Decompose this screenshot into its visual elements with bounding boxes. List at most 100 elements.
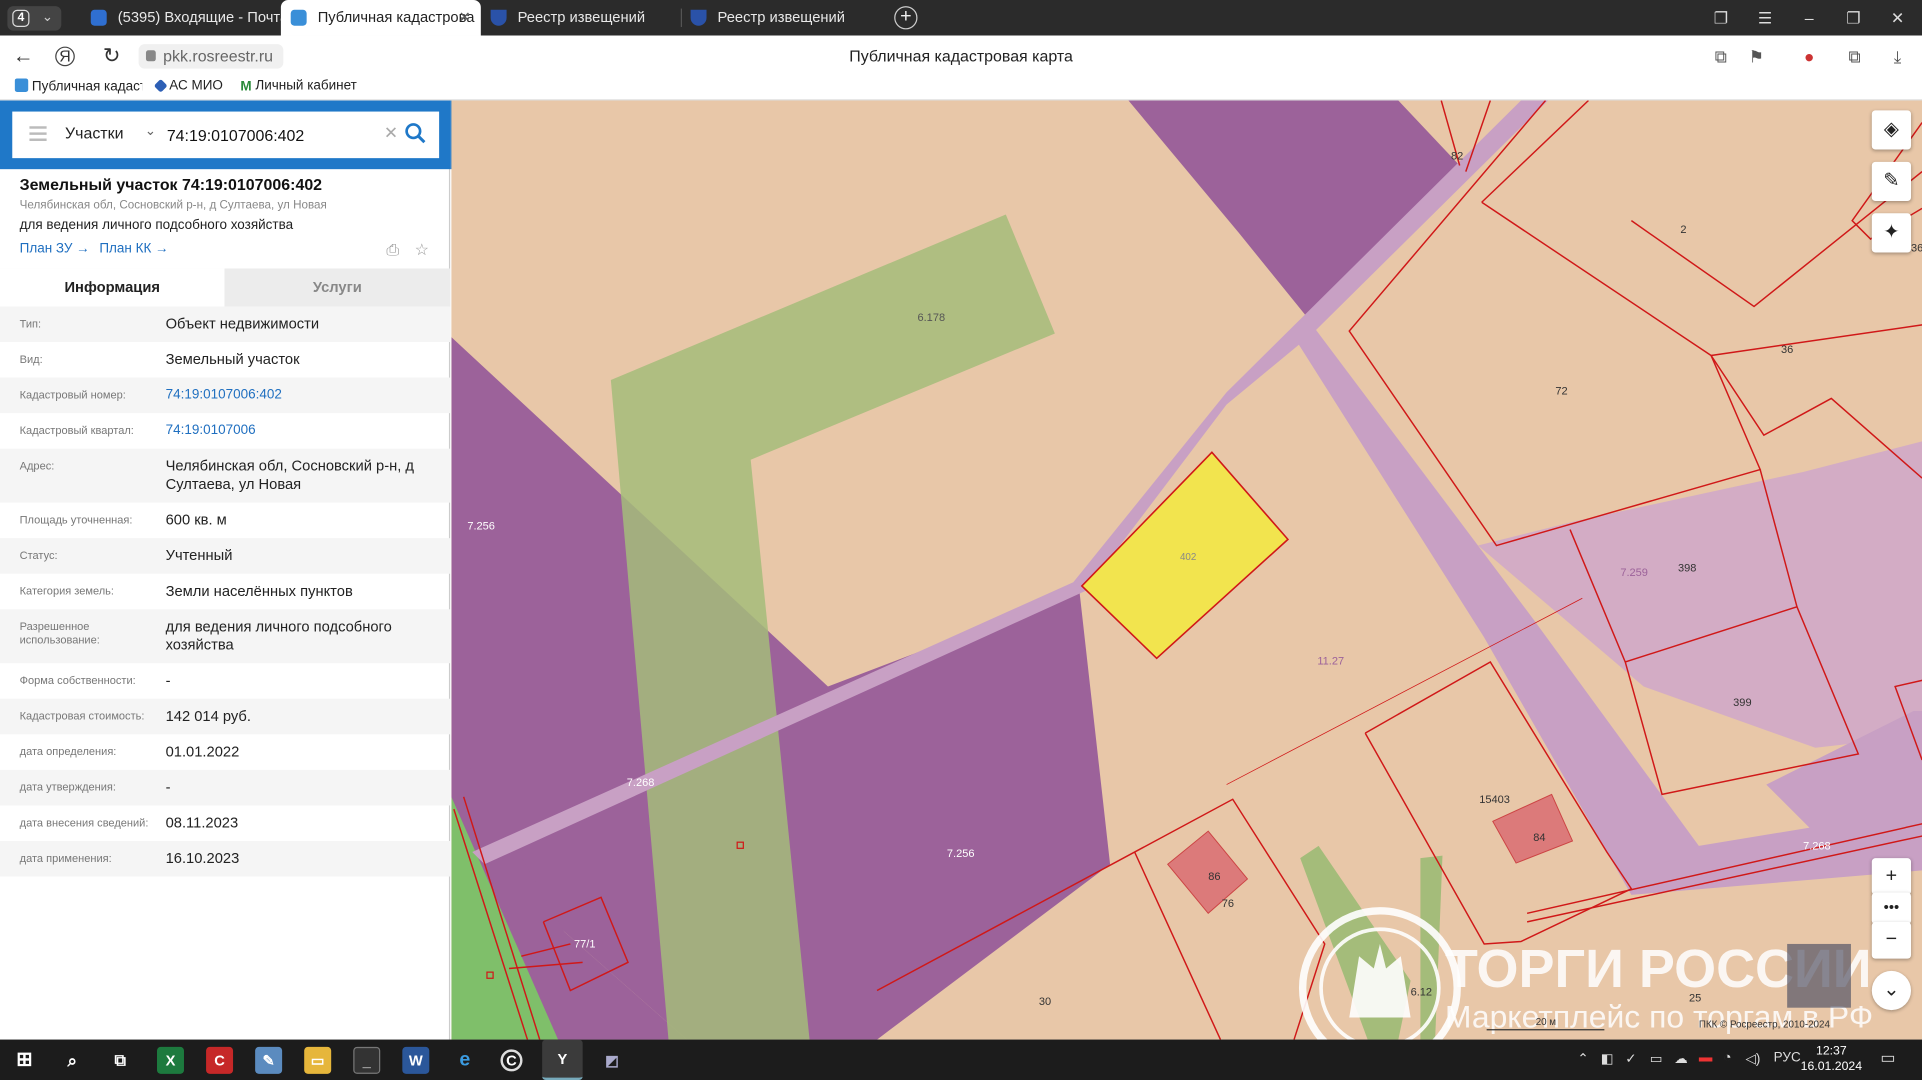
url-field[interactable]: pkk.rosreestr.ru [138, 44, 283, 69]
plan-zu-link[interactable]: План ЗУ → [20, 242, 90, 257]
volume-icon[interactable]: ◁) [1745, 1051, 1760, 1067]
print-icon[interactable]: ⎙ [386, 240, 403, 258]
restore-button[interactable]: ❐ [1831, 0, 1875, 36]
zoom-out-button[interactable]: − [1871, 921, 1912, 959]
chevron-down-icon[interactable]: ⌄ [145, 123, 156, 139]
map-label: 77/1 [574, 939, 595, 951]
tray-icon[interactable]: ▭ [1650, 1051, 1663, 1067]
tab-info[interactable]: Информация [0, 268, 225, 307]
panel-tabs: Информация Услуги [0, 268, 451, 307]
rosreestr-icon [14, 78, 29, 92]
app-c-icon[interactable]: C [500, 1049, 523, 1072]
tab-registry-2[interactable]: Реестр извещений [681, 0, 881, 36]
more-button[interactable]: ••• [1871, 892, 1912, 925]
info-key: Тип: [19, 317, 42, 330]
app-paint-icon[interactable]: ✎ [255, 1046, 283, 1074]
info-panel: Участки ⌄ ✕ Земельный участок 74:19:0107… [0, 100, 451, 1040]
minimap [1787, 943, 1851, 1008]
extension-icon[interactable]: ● [1798, 45, 1820, 67]
map-label: 84 [1533, 832, 1545, 844]
info-row: дата применения: 16.10.2023 [0, 840, 451, 877]
search-icon[interactable] [404, 121, 429, 146]
minimize-button[interactable]: – [1787, 0, 1831, 36]
app-box-icon[interactable]: ◩ [599, 1047, 626, 1074]
clock[interactable]: 12:37 16.01.2024 [1801, 1043, 1862, 1075]
bookmark-as-mio[interactable]: АС МИО [153, 78, 223, 94]
bookmark-cabinet[interactable]: M Личный кабинет [240, 78, 357, 94]
shield-icon [490, 9, 507, 26]
tab-label: Публичная кадастрова [317, 8, 475, 26]
bookmarks-panel-icon[interactable]: ❐ [1699, 0, 1743, 36]
info-row: Категория земель: Земли населённых пункто… [0, 574, 450, 610]
yandex-browser-icon[interactable]: Y [542, 1039, 583, 1080]
rosreestr-icon [290, 9, 307, 26]
tab-label: Реестр извещений [517, 8, 646, 26]
address-bar: Публичная кадастровая карта ← Я ↻ pkk.ro… [0, 35, 1922, 77]
bookmark-icon[interactable]: ⚑ [1745, 45, 1767, 67]
plan-kk-link[interactable]: План КК → [99, 242, 168, 257]
hamburger-icon[interactable] [29, 126, 47, 141]
compass-button[interactable]: ⌄ [1871, 970, 1912, 1011]
tab-label: (5395) Входящие - Почта [117, 8, 281, 26]
tray-chevron-icon[interactable]: ⌃ [1577, 1051, 1588, 1067]
excel-icon[interactable]: X [157, 1046, 184, 1074]
collections-icon[interactable]: ⧉ [1844, 45, 1866, 67]
bookmark-label: АС МИО [169, 78, 223, 94]
share-icon[interactable]: ⧉ [1710, 45, 1732, 67]
clear-icon[interactable]: ✕ [384, 123, 398, 144]
yandex-icon[interactable]: Я [55, 46, 75, 67]
chevron-down-icon: ⌄ [41, 9, 54, 25]
info-key: Кадастровый номер: [19, 388, 126, 401]
info-value: 600 кв. м [165, 511, 227, 529]
bookmark-cadastral[interactable]: Публичная кадаст [14, 78, 142, 94]
search-type-select[interactable]: Участки [65, 124, 123, 142]
ie-icon[interactable]: e [451, 1047, 478, 1074]
close-icon[interactable]: ✕ [459, 0, 471, 36]
close-window-button[interactable]: ✕ [1875, 0, 1919, 36]
tray-icon[interactable]: ▬ [1699, 1051, 1712, 1066]
search-input[interactable] [166, 118, 376, 151]
map-label: 7.256 [947, 848, 975, 860]
tab-count-button[interactable]: 4 ⌄ [7, 6, 62, 31]
explorer-icon[interactable]: ▭ [304, 1046, 332, 1074]
map-label: 72 [1555, 386, 1567, 398]
info-key: Вид: [19, 353, 43, 366]
back-button[interactable]: ← [11, 44, 36, 69]
info-value-link[interactable]: 74:19:0107006:402 [166, 386, 436, 404]
task-view-icon[interactable]: ⧉ [107, 1047, 134, 1074]
word-icon[interactable]: W [402, 1046, 430, 1074]
tray-icon[interactable]: ✓ [1625, 1051, 1636, 1067]
info-row: Площадь уточненная: 600 кв. м [0, 503, 450, 539]
terminal-icon[interactable]: _ [353, 1046, 381, 1074]
page-title: Публичная кадастровая карта [849, 46, 1073, 65]
star-icon[interactable]: ☆ [415, 240, 432, 258]
app-red-icon[interactable]: C [206, 1046, 234, 1074]
windows-start-icon[interactable]: ⊞ [11, 1047, 38, 1074]
info-value: Земельный участок [165, 350, 300, 368]
cadastral-map[interactable]: 82 2 36 36 72 6.178 7.256 402 7.259 398 … [451, 100, 1922, 1040]
tab-cadastral-map[interactable]: Публичная кадастрова ✕ [280, 0, 481, 36]
tab-registry-1[interactable]: Реестр извещений [481, 0, 681, 36]
bookmark-label: Личный кабинет [255, 78, 357, 94]
download-icon[interactable]: ⤓ [1887, 45, 1909, 67]
tray-icon[interactable]: ◧ [1601, 1051, 1614, 1067]
new-tab-button[interactable]: + [894, 6, 918, 30]
notifications-icon[interactable]: ▭ [1880, 1048, 1895, 1068]
language-indicator[interactable]: РУС [1774, 1051, 1801, 1066]
map-label: 6.178 [917, 312, 945, 324]
reload-button[interactable]: ↻ [99, 44, 124, 69]
menu-icon[interactable]: ☰ [1743, 0, 1787, 36]
info-value-link[interactable]: 74:19:0107006 [166, 422, 436, 440]
locate-button[interactable]: ✦ [1871, 213, 1912, 253]
map-label: 7.268 [1803, 841, 1831, 853]
layers-button[interactable]: ◈ [1871, 110, 1912, 150]
tray-icon[interactable]: ☁ [1674, 1051, 1687, 1067]
copyright: ПКК © Росреестр, 2010-2024 [1699, 1019, 1831, 1030]
tab-services[interactable]: Услуги [224, 268, 450, 306]
network-icon[interactable]: ◔ [1723, 1051, 1731, 1066]
tab-mail[interactable]: (5395) Входящие - Почта [81, 0, 281, 36]
search-icon[interactable]: ⌕ [59, 1047, 86, 1074]
info-row: Вид: Земельный участок [0, 342, 450, 378]
ruler-button[interactable]: ✎ [1871, 161, 1912, 202]
zoom-in-button[interactable]: + [1871, 858, 1912, 895]
